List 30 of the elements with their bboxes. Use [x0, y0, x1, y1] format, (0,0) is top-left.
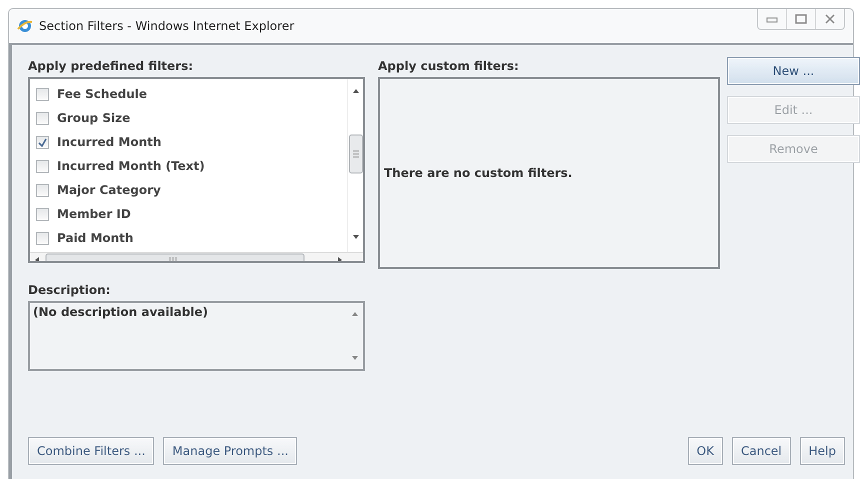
filter-label: Group Size [57, 111, 130, 125]
minimize-icon [766, 15, 778, 23]
filter-label: Incurred Month [57, 135, 162, 149]
checkbox[interactable] [36, 160, 49, 172]
footer-button[interactable]: Help [800, 437, 845, 465]
footer-button[interactable]: Combine Filters ... [28, 437, 154, 465]
maximize-icon [795, 14, 807, 24]
checkbox[interactable] [36, 136, 49, 148]
filter-label: Member ID [57, 207, 131, 221]
filter-label: Incurred Month (Text) [57, 159, 205, 173]
footer-button[interactable]: OK [688, 437, 723, 465]
checkbox[interactable] [36, 88, 49, 100]
empty-message: There are no custom filters. [384, 166, 572, 180]
checkbox[interactable] [36, 232, 49, 244]
description-field[interactable]: (No description available) [28, 301, 365, 371]
footer-button[interactable]: Manage Prompts ... [163, 437, 298, 465]
checkbox[interactable] [36, 184, 49, 196]
checkbox[interactable] [36, 208, 49, 220]
window-title: Section Filters - Windows Internet Explorer [39, 19, 294, 33]
filter-label: Paid Month [57, 231, 134, 245]
section-label: Apply custom filters: [378, 58, 520, 75]
filter-label: Fee Schedule [57, 87, 147, 101]
filter-label: Major Category [57, 183, 161, 197]
side-button[interactable]: New ... [727, 57, 860, 85]
close-icon [825, 14, 835, 24]
globe-icon [17, 18, 33, 34]
checkbox[interactable] [36, 112, 49, 124]
section-label: Description: [28, 282, 112, 299]
footer-button[interactable]: Cancel [732, 437, 791, 465]
section-label: Apply predefined filters: [28, 58, 194, 75]
